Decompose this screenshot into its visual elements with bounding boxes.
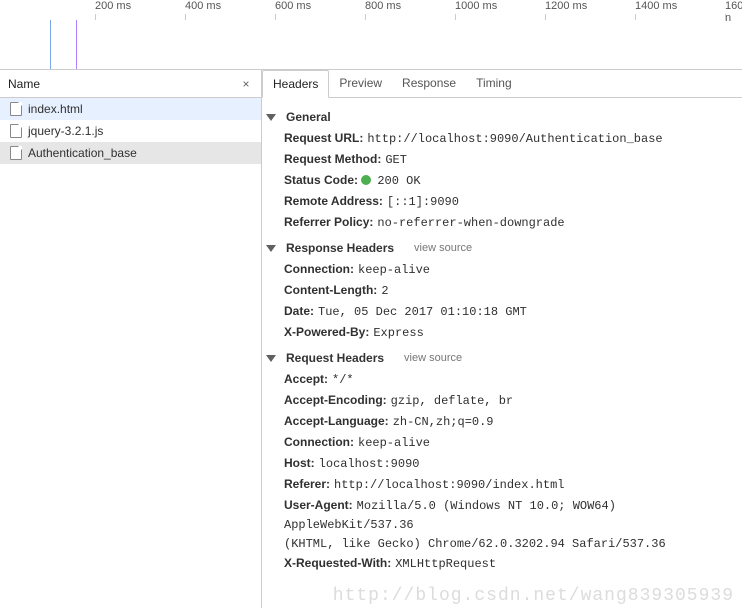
- request-list-item[interactable]: index.html: [0, 98, 261, 120]
- details-tabs: HeadersPreviewResponseTiming: [262, 70, 742, 98]
- header-row: X-Requested-With:XMLHttpRequest: [264, 553, 736, 574]
- close-icon[interactable]: ×: [239, 77, 253, 91]
- status-dot-icon: [361, 175, 371, 185]
- section-response-headers: Response Headers view source Connection:…: [264, 239, 736, 343]
- header-row: Accept-Encoding:gzip, deflate, br: [264, 390, 736, 411]
- tab-preview[interactable]: Preview: [329, 70, 392, 97]
- request-url-row: Request URL:http://localhost:9090/Authen…: [264, 128, 736, 149]
- timeline-tick: 1000 ms: [455, 0, 497, 12]
- section-title: Response Headers: [286, 241, 394, 255]
- header-row: Connection:keep-alive: [264, 259, 736, 280]
- header-row: User-Agent:Mozilla/5.0 (Windows NT 10.0;…: [264, 495, 736, 535]
- timeline-ruler[interactable]: 200 ms 400 ms 600 ms 800 ms 1000 ms 1200 ms 14…: [0, 0, 742, 70]
- timeline-tick: 1200 ms: [545, 0, 587, 12]
- header-row: Accept:*/*: [264, 369, 736, 390]
- section-toggle-response-headers[interactable]: Response Headers view source: [264, 239, 736, 259]
- chevron-down-icon: [266, 245, 276, 252]
- section-request-headers: Request Headers view source Accept:*/*Ac…: [264, 349, 736, 574]
- timeline-tick: 200 ms: [95, 0, 131, 12]
- status-code-row: Status Code: 200 OK: [264, 170, 736, 191]
- header-row: Accept-Language:zh-CN,zh;q=0.9: [264, 411, 736, 432]
- header-row: Connection:keep-alive: [264, 432, 736, 453]
- tab-timing[interactable]: Timing: [466, 70, 522, 97]
- header-row: (KHTML, like Gecko) Chrome/62.0.3202.94 …: [264, 535, 736, 553]
- view-source-link[interactable]: view source: [414, 242, 472, 254]
- document-icon: [10, 102, 22, 116]
- document-icon: [10, 146, 22, 160]
- timeline-tick: 1400 ms: [635, 0, 677, 12]
- timeline-tick: 800 ms: [365, 0, 401, 12]
- request-name: index.html: [28, 102, 83, 116]
- referrer-policy-row: Referrer Policy:no-referrer-when-downgra…: [264, 212, 736, 233]
- request-list-panel: Name × index.html jquery-3.2.1.js Authenti…: [0, 70, 262, 608]
- section-title: General: [286, 110, 331, 124]
- header-row: Date:Tue, 05 Dec 2017 01:10:18 GMT: [264, 301, 736, 322]
- tab-headers[interactable]: Headers: [262, 70, 329, 98]
- timeline-tick: 600 ms: [275, 0, 311, 12]
- document-icon: [10, 124, 22, 138]
- request-list-item[interactable]: Authentication_base: [0, 142, 261, 164]
- section-title: Request Headers: [286, 351, 384, 365]
- remote-address-row: Remote Address:[::1]:9090: [264, 191, 736, 212]
- request-list-item[interactable]: jquery-3.2.1.js: [0, 120, 261, 142]
- timeline-marker-blue: [50, 20, 51, 69]
- tab-response[interactable]: Response: [392, 70, 466, 97]
- chevron-down-icon: [266, 355, 276, 362]
- header-row: X-Powered-By:Express: [264, 322, 736, 343]
- header-row: Content-Length:2: [264, 280, 736, 301]
- request-name: Authentication_base: [28, 146, 137, 160]
- timeline-marker-purple: [76, 20, 77, 69]
- name-column-header[interactable]: Name: [8, 77, 239, 91]
- request-name: jquery-3.2.1.js: [28, 124, 103, 138]
- view-source-link[interactable]: view source: [404, 352, 462, 364]
- section-toggle-request-headers[interactable]: Request Headers view source: [264, 349, 736, 369]
- section-general: General Request URL:http://localhost:909…: [264, 108, 736, 233]
- section-toggle-general[interactable]: General: [264, 108, 736, 128]
- request-method-row: Request Method:GET: [264, 149, 736, 170]
- header-row: Referer:http://localhost:9090/index.html: [264, 474, 736, 495]
- request-list-header: Name ×: [0, 70, 261, 98]
- details-body[interactable]: General Request URL:http://localhost:909…: [262, 98, 742, 608]
- header-row: Host:localhost:9090: [264, 453, 736, 474]
- chevron-down-icon: [266, 114, 276, 121]
- timeline-track[interactable]: [0, 20, 742, 69]
- timeline-tick: 400 ms: [185, 0, 221, 12]
